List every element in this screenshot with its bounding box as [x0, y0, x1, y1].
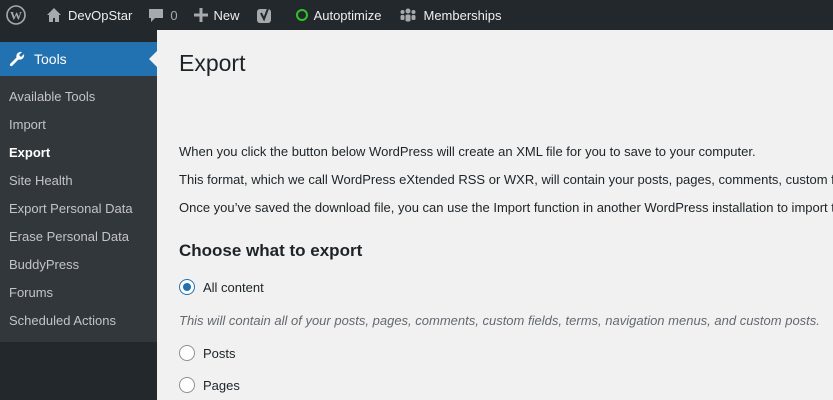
sidebar-item-export-personal-data[interactable]: Export Personal Data — [0, 195, 157, 223]
page-title: Export — [179, 50, 246, 76]
site-name-link[interactable]: DevOpStar — [34, 0, 140, 30]
sidebar-item-site-health[interactable]: Site Health — [0, 167, 157, 195]
sidebar-item-tools[interactable]: Tools — [0, 42, 157, 76]
groups-icon — [400, 8, 416, 22]
sidebar-item-scheduled-actions[interactable]: Scheduled Actions — [0, 307, 157, 335]
radio-label: Pages — [203, 377, 240, 393]
sidebar-item-buddypress[interactable]: BuddyPress — [0, 251, 157, 279]
sidebar-item-available-tools[interactable]: Available Tools — [0, 83, 157, 111]
sidebar-item-import[interactable]: Import — [0, 111, 157, 139]
plus-icon — [193, 8, 208, 22]
radio-button[interactable] — [179, 345, 195, 361]
new-label: New — [213, 7, 240, 23]
radio-pages[interactable]: Pages — [179, 377, 240, 393]
sidebar-item-export[interactable]: Export — [0, 139, 157, 167]
svg-text:W: W — [10, 9, 22, 23]
radio-label: Posts — [203, 345, 236, 361]
radio-label: All content — [203, 279, 264, 295]
tools-submenu: Available Tools Import Export Site Healt… — [0, 76, 157, 342]
radio-button[interactable] — [179, 279, 195, 295]
site-name: DevOpStar — [68, 7, 133, 23]
current-menu-arrow — [149, 51, 157, 67]
admin-bar: W DevOpStar 0 New Autoptimize Membership… — [0, 0, 833, 30]
new-content-link[interactable]: New — [186, 0, 248, 30]
wordpress-icon: W — [6, 5, 26, 25]
import-paragraph: Once you’ve saved the download file, you… — [179, 200, 833, 215]
autoptimize-link[interactable]: Autoptimize — [282, 0, 390, 30]
yoast-seo-link[interactable] — [248, 0, 282, 30]
autoptimize-label: Autoptimize — [313, 7, 382, 23]
yoast-icon — [256, 5, 271, 23]
main-content: Export When you click the button below W… — [179, 30, 833, 400]
comment-icon — [149, 9, 164, 22]
all-content-description: This will contain all of your posts, pag… — [179, 313, 820, 328]
admin-sidebar: Tools Available Tools Import Export Site… — [0, 30, 157, 400]
tools-label: Tools — [34, 51, 67, 67]
format-paragraph: This format, which we call WordPress eXt… — [179, 172, 833, 187]
sidebar-item-erase-personal-data[interactable]: Erase Personal Data — [0, 223, 157, 251]
radio-posts[interactable]: Posts — [179, 345, 236, 361]
wrench-icon — [9, 51, 25, 67]
radio-all-content[interactable]: All content — [179, 279, 264, 295]
home-icon — [47, 8, 61, 22]
memberships-label: Memberships — [423, 7, 502, 23]
wordpress-logo-button[interactable]: W — [0, 0, 34, 30]
section-title: Choose what to export — [179, 241, 363, 260]
memberships-link[interactable]: Memberships — [389, 0, 509, 30]
radio-button[interactable] — [179, 377, 195, 393]
autoptimize-status-icon — [295, 9, 308, 21]
sidebar-item-forums[interactable]: Forums — [0, 279, 157, 307]
comments-count: 0 — [170, 7, 178, 23]
intro-paragraph: When you click the button below WordPres… — [179, 144, 756, 159]
comments-link[interactable]: 0 — [140, 0, 185, 30]
